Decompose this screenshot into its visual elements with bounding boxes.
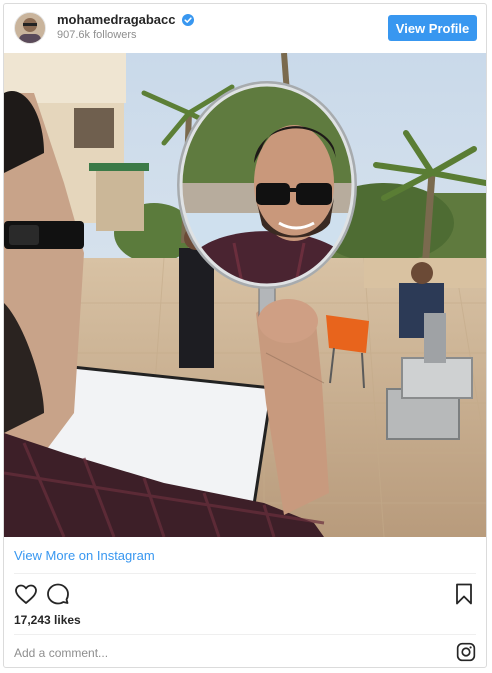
comment-icon[interactable] [46,582,70,606]
follower-count: 907.6k followers [57,29,137,41]
instagram-embed-card: mohamedragabacc 907.6k followers View Pr… [3,3,487,668]
verified-badge-icon [182,14,195,26]
username[interactable]: mohamedragabacc [57,12,195,27]
action-bar [4,578,486,614]
username-text[interactable]: mohamedragabacc [57,12,176,27]
view-more-link[interactable]: View More on Instagram [14,548,155,563]
bookmark-icon[interactable] [452,582,476,606]
post-image[interactable] [4,53,486,537]
divider [14,573,476,574]
avatar[interactable] [14,12,46,44]
instagram-logo-icon[interactable] [456,642,476,662]
like-count[interactable]: 17,243 likes [14,613,81,627]
divider [14,634,476,635]
post-header: mohamedragabacc 907.6k followers View Pr… [4,4,486,53]
heart-icon[interactable] [14,582,38,606]
comment-input[interactable] [14,644,394,662]
view-profile-button[interactable]: View Profile [388,15,477,41]
